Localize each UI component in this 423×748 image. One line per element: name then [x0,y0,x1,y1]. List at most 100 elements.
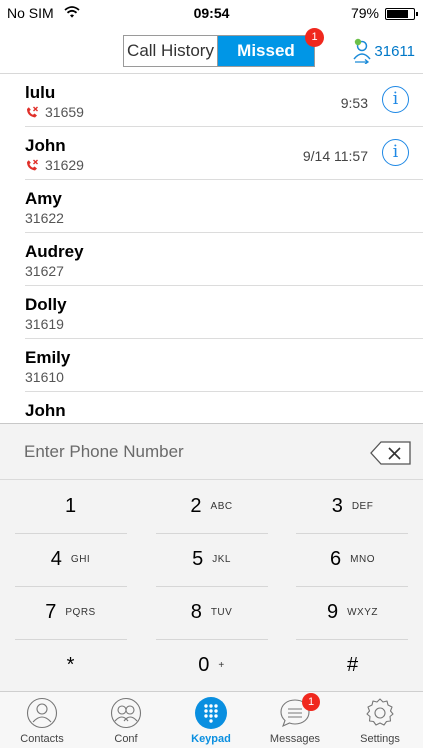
caller-number: 31619 [25,316,64,332]
key-digit: * [66,654,75,676]
tab-label: Settings [360,733,400,745]
key-divider [15,639,127,640]
keypad-key[interactable]: * [0,639,141,692]
keypad-key[interactable]: 4 GHI [0,533,141,586]
key-divider [156,586,268,587]
key-divider [156,639,268,640]
call-row[interactable]: lulu 31659 9:53 i [25,74,423,127]
key-digit: 0 [198,654,210,676]
keypad-key[interactable]: 2 ABC [141,480,282,533]
contacts-icon [26,697,58,729]
keypad-key[interactable]: 8 TUV [141,586,282,639]
missed-calls-list[interactable]: lulu 31659 9:53 i John 31629 9/14 11:57 i Amy 316… [0,74,423,423]
key-letters: + [218,660,225,671]
call-row[interactable]: John [25,392,423,423]
caller-name: Audrey [25,242,84,261]
missed-call-icon [27,106,38,117]
keypad-key[interactable]: 0 + [141,639,282,692]
caller-number-text: 31659 [45,104,84,120]
caller-name: John [25,136,66,155]
caller-number: 31610 [25,369,64,385]
account-number: 31611 [374,42,415,60]
info-icon[interactable]: i [382,86,409,113]
key-letters: JKL [212,554,231,565]
key-digit: 9 [326,601,339,623]
keypad-key[interactable]: # [282,639,423,692]
key-letters: ABC [210,501,233,512]
caller-number: 31627 [25,263,64,279]
battery-percent: 79% [350,5,379,21]
keypad-key[interactable]: 7 PQRS [0,586,141,639]
key-digit: 1 [64,495,77,517]
tab-keypad[interactable]: Keypad [169,692,253,748]
missed-call-icon [27,159,38,170]
caller-name: Emily [25,348,71,367]
tab-contacts[interactable]: Contacts [0,692,84,748]
caller-name: John [25,401,66,420]
caller-name: Dolly [25,295,67,314]
key-letters: DEF [351,501,374,512]
caller-number-text: 31619 [25,316,64,332]
key-divider [156,533,268,534]
caller-number: 31659 [25,104,84,120]
key-divider [296,533,408,534]
tab-label: Keypad [191,733,231,745]
status-bar: No SIM 09:54 79% [0,0,423,28]
tab-conf[interactable]: Conf [84,692,168,748]
key-divider [296,586,408,587]
key-digit: 2 [190,495,202,517]
keypad-grid: 1 2 ABC 3 DEF 4 GHI 5 JKL 6 MNO 7 PQRS 8 TUV 9 WXYZ * 0 + # [0,480,423,692]
tab-messages[interactable]: Messages 1 [253,692,337,748]
info-icon[interactable]: i [382,139,409,166]
key-digit: 6 [330,548,342,570]
key-letters: GHI [70,554,91,565]
tab-missed[interactable]: Missed [218,36,314,66]
key-letters: TUV [210,607,233,618]
settings-icon [364,697,396,729]
segmented-control: Call History Missed [123,35,315,67]
call-row[interactable]: John 31629 9/14 11:57 i [25,127,423,180]
messages-badge: 1 [302,693,320,711]
keypad-key[interactable]: 3 DEF [282,480,423,533]
caller-name: lulu [25,83,56,102]
key-digit: 4 [50,548,62,570]
backspace-icon[interactable] [369,440,413,466]
tab-label: Conf [114,733,138,745]
caller-number-text: 31622 [25,210,64,226]
phone-entry-bar [0,424,423,480]
tab-call-history[interactable]: Call History [124,36,218,66]
call-time: 9/14 11:57 [302,148,368,164]
key-letters: MNO [350,554,375,565]
call-row[interactable]: Amy 31622 [25,180,423,233]
tab-label: Messages [269,733,321,745]
key-digit: 5 [192,548,204,570]
call-row[interactable]: Dolly 31619 [25,286,423,339]
account-button[interactable]: 31611 [351,37,415,65]
key-letters: PQRS [65,607,96,618]
tab-settings[interactable]: Settings [338,692,422,748]
caller-number-text: 31610 [25,369,64,385]
key-divider [15,586,127,587]
battery-icon [385,8,418,20]
tab-label: Contacts [20,733,64,745]
keypad-key[interactable]: 6 MNO [282,533,423,586]
dial-pad: 12ABC3DEF4GHI5JKL6MNO7PQRS8TUV9WXYZ*0+# [0,423,423,691]
keypad-key[interactable]: 9 WXYZ [282,586,423,639]
call-row[interactable]: Audrey 31627 [25,233,423,286]
tab-bar: Contacts Conf Keypad Messages 1 Settings [0,691,423,748]
key-digit: 8 [190,601,202,623]
key-digit: 7 [45,601,57,623]
account-status-icon [353,38,371,64]
caller-number-text: 31629 [45,157,84,173]
phone-number-input[interactable] [24,438,344,466]
caller-number-text: 31627 [25,263,64,279]
missed-badge: 1 [305,28,324,47]
call-time: 9:53 [340,95,368,111]
key-digit: # [346,654,359,676]
conference-icon [110,697,142,729]
caller-number: 31622 [25,210,64,226]
keypad-key[interactable]: 5 JKL [141,533,282,586]
keypad-key[interactable]: 1 [0,480,141,533]
call-row[interactable]: Emily 31610 [25,339,423,392]
caller-number: 31629 [25,157,84,173]
